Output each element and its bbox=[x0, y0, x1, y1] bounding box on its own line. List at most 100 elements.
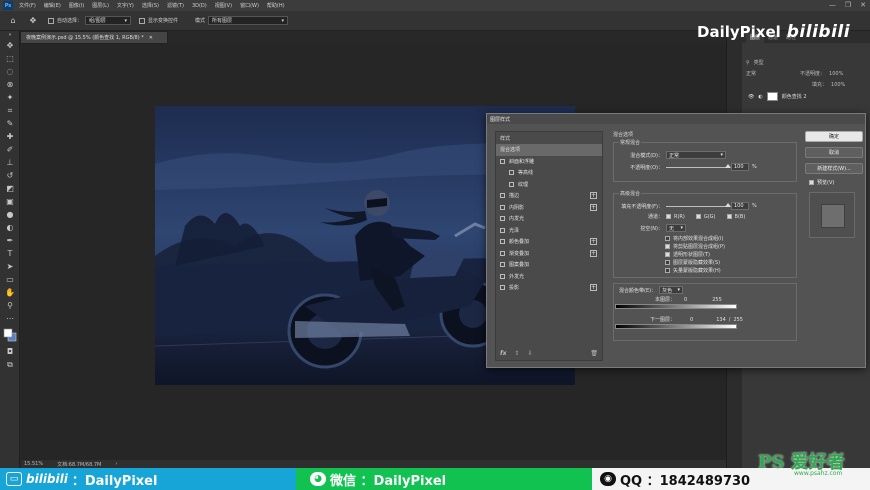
status-arrow-icon[interactable]: › bbox=[115, 461, 117, 467]
blend-mode-dropdown[interactable]: 正常 ▾ bbox=[666, 151, 726, 159]
layer-fill-value[interactable]: 100% bbox=[831, 82, 845, 88]
new-style-button[interactable]: 新建样式(W)... bbox=[805, 163, 863, 174]
menu-layer[interactable]: 图层(L) bbox=[92, 2, 109, 9]
vector-mask-hides-checkbox[interactable] bbox=[665, 268, 670, 273]
menu-select[interactable]: 选择(S) bbox=[142, 2, 159, 9]
menu-image[interactable]: 图像(I) bbox=[69, 2, 84, 9]
style-item[interactable]: 混合选项 bbox=[496, 144, 602, 156]
style-checkbox[interactable] bbox=[500, 216, 505, 222]
opacity-slider-thumb[interactable] bbox=[725, 163, 731, 168]
auto-select-dropdown[interactable]: 组/图层 ▾ bbox=[85, 16, 132, 25]
layer-mask-hides-checkbox[interactable] bbox=[665, 260, 670, 265]
show-transform-checkbox[interactable] bbox=[139, 17, 146, 24]
menu-file[interactable]: 文件(F) bbox=[19, 2, 36, 9]
crop-icon[interactable]: ⌗ bbox=[0, 104, 20, 117]
cancel-button[interactable]: 取消 bbox=[805, 147, 863, 158]
close-icon[interactable]: ✕ bbox=[860, 1, 866, 9]
this-layer-gradient[interactable] bbox=[615, 304, 737, 309]
zoom-icon[interactable]: ⚲ bbox=[0, 299, 20, 312]
opacity-value[interactable]: 100 bbox=[731, 163, 749, 171]
blend-if-dropdown[interactable]: 灰色 ▾ bbox=[659, 286, 684, 294]
style-item[interactable]: 图案叠加 bbox=[496, 259, 602, 271]
more-tools-icon[interactable]: ⋯ bbox=[0, 312, 20, 325]
add-style-icon[interactable]: + bbox=[590, 192, 597, 200]
move-down-icon[interactable]: ⇩ bbox=[528, 350, 533, 357]
style-item[interactable]: 内发光 bbox=[496, 213, 602, 225]
underlying-layer-gradient[interactable] bbox=[615, 324, 737, 329]
fill-opacity-slider[interactable] bbox=[666, 202, 731, 207]
move-up-icon[interactable]: ⇧ bbox=[514, 350, 519, 357]
style-checkbox[interactable] bbox=[500, 285, 505, 291]
style-item[interactable]: 投影 + bbox=[496, 282, 602, 294]
style-checkbox[interactable] bbox=[500, 193, 505, 199]
marquee-icon[interactable]: ⬚ bbox=[0, 52, 20, 65]
style-checkbox[interactable] bbox=[500, 239, 505, 245]
channel-b-checkbox[interactable] bbox=[726, 214, 732, 219]
document-tab[interactable]: 夜晚案例演示.psd @ 15.5% (颜色查找 1, RGB/8) * ✕ bbox=[20, 31, 168, 44]
channel-g-checkbox[interactable] bbox=[695, 214, 701, 219]
zoom-level[interactable]: 15.51% bbox=[24, 461, 43, 467]
preview-checkbox[interactable] bbox=[809, 180, 814, 185]
minimize-icon[interactable]: — bbox=[829, 1, 836, 9]
opacity-slider[interactable] bbox=[666, 163, 731, 168]
collapse-icon[interactable]: » bbox=[0, 31, 20, 39]
layer-opacity-value[interactable]: 100% bbox=[829, 71, 843, 77]
style-item[interactable]: 外发光 bbox=[496, 271, 602, 283]
style-checkbox[interactable] bbox=[500, 204, 505, 210]
styles-header[interactable]: 样式 bbox=[496, 132, 602, 144]
style-item[interactable]: 颜色叠加 + bbox=[496, 236, 602, 248]
move-tool-icon[interactable]: ✥ bbox=[26, 15, 40, 27]
fill-opacity-slider-thumb[interactable] bbox=[725, 202, 731, 207]
style-item[interactable]: 内阴影 + bbox=[496, 202, 602, 214]
dodge-icon[interactable]: ◐ bbox=[0, 221, 20, 234]
rectangle-icon[interactable]: ▭ bbox=[0, 273, 20, 286]
style-item[interactable]: 光泽 bbox=[496, 225, 602, 237]
menu-window[interactable]: 窗口(W) bbox=[240, 2, 259, 9]
add-style-icon[interactable]: + bbox=[590, 203, 597, 211]
fx-icon[interactable]: fx bbox=[500, 350, 506, 357]
stamp-icon[interactable]: ⊥ bbox=[0, 156, 20, 169]
layer-filter-label[interactable]: 类型 bbox=[754, 59, 764, 66]
add-style-icon[interactable]: + bbox=[590, 249, 597, 257]
type-tool-icon[interactable]: T bbox=[0, 247, 20, 260]
lasso-icon[interactable]: ◌ bbox=[0, 65, 20, 78]
healing-brush-icon[interactable]: ✚ bbox=[0, 130, 20, 143]
menu-help[interactable]: 帮助(H) bbox=[267, 2, 285, 9]
magic-wand-icon[interactable]: ✦ bbox=[0, 91, 20, 104]
style-item[interactable]: 纹理 bbox=[496, 179, 602, 191]
menu-3d[interactable]: 3D(D) bbox=[192, 3, 207, 9]
style-checkbox[interactable] bbox=[509, 181, 514, 187]
style-checkbox[interactable] bbox=[509, 170, 514, 176]
eyedropper-icon[interactable]: ✎ bbox=[0, 117, 20, 130]
ok-button[interactable]: 确定 bbox=[805, 131, 863, 142]
channel-r-checkbox[interactable] bbox=[666, 214, 671, 219]
style-checkbox[interactable] bbox=[500, 250, 505, 256]
brush-icon[interactable]: ✐ bbox=[0, 143, 20, 156]
auto-select-checkbox[interactable] bbox=[48, 17, 54, 24]
style-checkbox[interactable] bbox=[500, 273, 505, 279]
eye-icon[interactable]: 👁 bbox=[748, 94, 754, 100]
style-item[interactable]: 斜面和浮雕 bbox=[496, 156, 602, 168]
style-checkbox[interactable] bbox=[500, 158, 505, 164]
style-item[interactable]: 等高线 bbox=[496, 167, 602, 179]
menu-filter[interactable]: 滤镜(T) bbox=[167, 2, 184, 9]
maximize-icon[interactable]: ❐ bbox=[845, 1, 851, 9]
fill-opacity-value[interactable]: 100 bbox=[731, 202, 749, 210]
style-checkbox[interactable] bbox=[500, 227, 505, 233]
add-style-icon[interactable]: + bbox=[590, 284, 597, 292]
menu-edit[interactable]: 编辑(E) bbox=[44, 2, 61, 9]
hand-icon[interactable]: ✋ bbox=[0, 286, 20, 299]
style-item[interactable]: 渐变叠加 + bbox=[496, 248, 602, 260]
menu-view[interactable]: 视图(V) bbox=[215, 2, 232, 9]
trash-icon[interactable]: 🗑 bbox=[590, 350, 598, 357]
foreground-background-icon[interactable] bbox=[3, 328, 17, 342]
add-style-icon[interactable]: + bbox=[590, 238, 597, 246]
path-select-icon[interactable]: ➤ bbox=[0, 260, 20, 273]
blend-clipped-checkbox[interactable] bbox=[665, 244, 670, 249]
move-icon[interactable]: ✥ bbox=[0, 39, 20, 52]
eraser-icon[interactable]: ◩ bbox=[0, 182, 20, 195]
screen-mode-icon[interactable]: ⧉ bbox=[0, 358, 20, 371]
transparency-shapes-checkbox[interactable] bbox=[665, 252, 670, 257]
home-icon[interactable]: ⌂ bbox=[6, 15, 20, 27]
mode-dropdown[interactable]: 所有图层 ▾ bbox=[208, 16, 289, 25]
